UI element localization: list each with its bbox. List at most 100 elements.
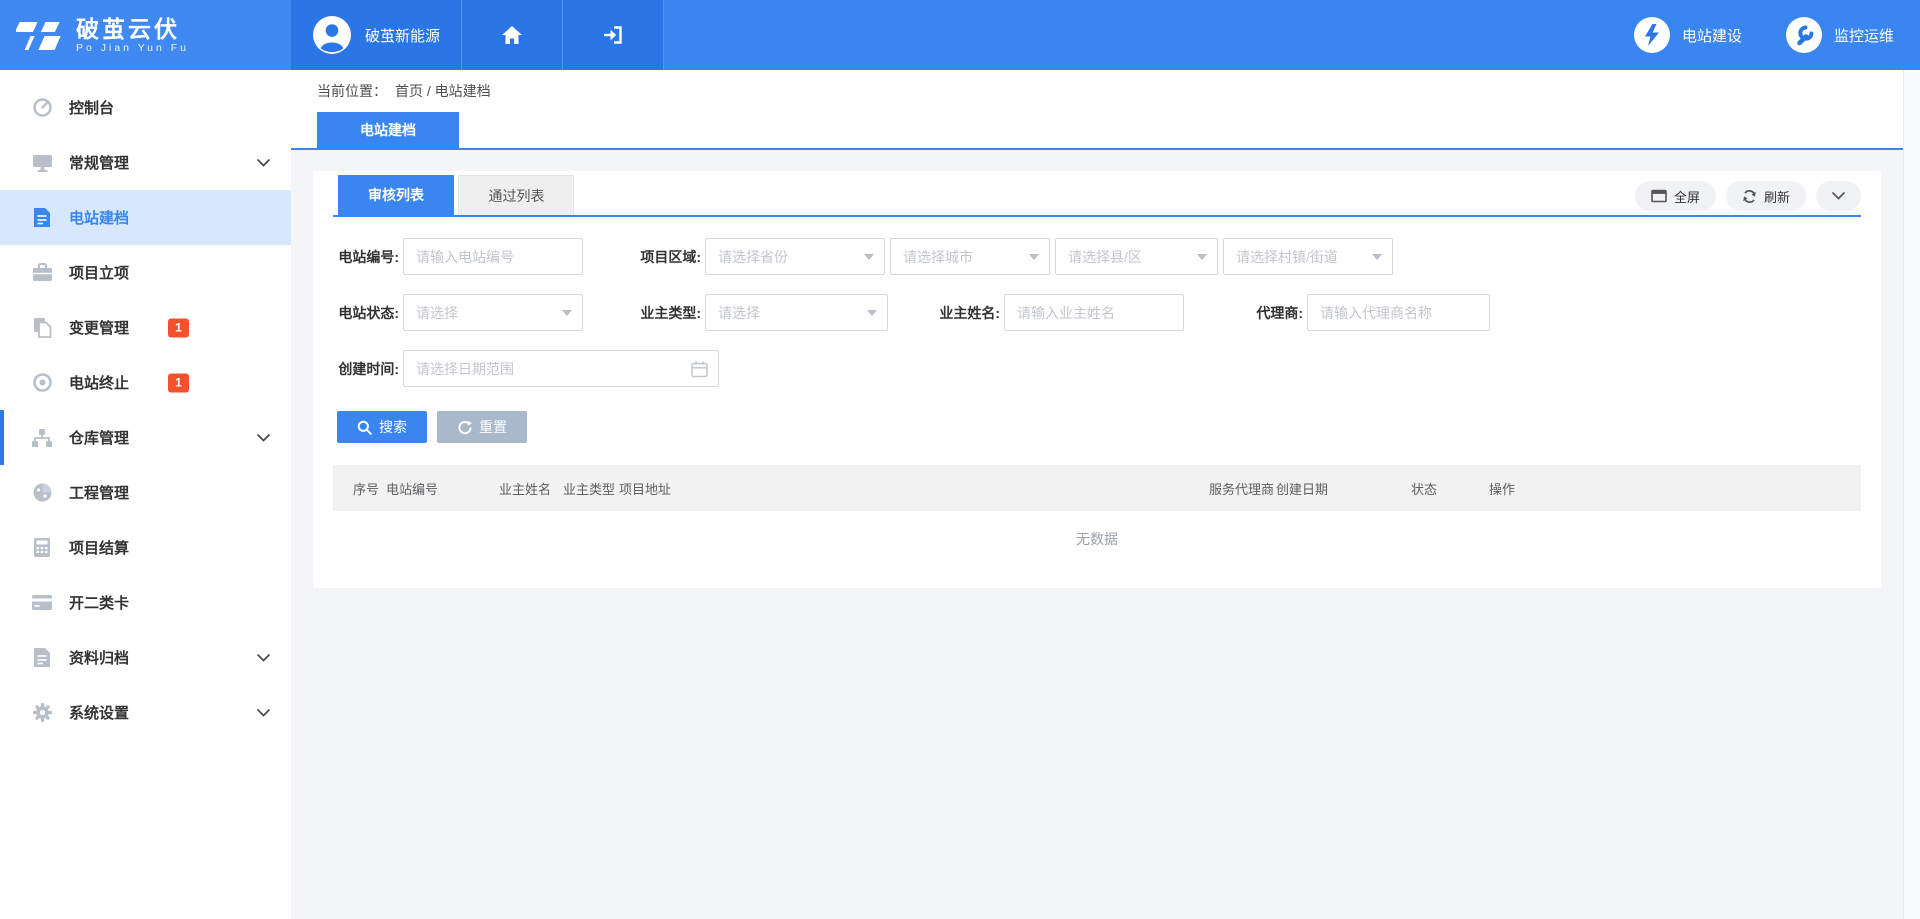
town-select[interactable]: 请选择村镇/街道 (1223, 238, 1393, 275)
company-name: 破茧新能源 (365, 25, 440, 46)
page-tab-bar: 电站建档 (291, 112, 1903, 150)
empty-state: 无数据 (333, 511, 1861, 567)
filter-form: 电站编号: 项目区域: 请选择省份 请选择城市 请选择县/区 (333, 217, 1861, 387)
wrench-icon (1786, 17, 1822, 53)
briefcase-icon (30, 263, 54, 282)
reset-icon (457, 420, 472, 435)
select-caret-icon (864, 254, 874, 265)
owner-type-label: 业主类型: (635, 303, 701, 323)
record-icon (30, 372, 54, 393)
panel-tab-bar: 审核列表 通过列表 全屏 (333, 175, 1861, 217)
logo-title: 破茧云伏 (76, 16, 189, 42)
refresh-icon (1742, 189, 1757, 204)
calculator-icon (30, 537, 54, 558)
owner-name-input[interactable] (1004, 294, 1184, 331)
sidebar-item-project-approval[interactable]: 项目立项 (0, 245, 291, 300)
content-area: 审核列表 通过列表 全屏 (291, 150, 1903, 919)
select-caret-icon (1029, 254, 1039, 265)
column-header: 服务代理商 (1209, 479, 1276, 498)
column-header: 业主姓名 (499, 479, 563, 498)
city-select[interactable]: 请选择城市 (890, 238, 1050, 275)
station-archive-panel: 审核列表 通过列表 全屏 (313, 171, 1881, 588)
select-caret-icon (1197, 254, 1207, 265)
chevron-down-icon (1832, 192, 1845, 200)
module-label: 监控运维 (1834, 25, 1894, 46)
dashboard-icon (30, 97, 54, 118)
top-header: 破茧云伏 Po Jian Yun Fu 破茧新能源 (0, 0, 1920, 70)
reset-button[interactable]: 重置 (437, 411, 527, 443)
home-button[interactable] (462, 0, 563, 70)
breadcrumb-prefix: 当前位置： (317, 81, 387, 101)
select-caret-icon (562, 310, 572, 321)
logo-mark-icon (16, 16, 64, 54)
tab-passed-list[interactable]: 通过列表 (458, 175, 574, 215)
sidebar-item-data-archive[interactable]: 资料归档 (0, 630, 291, 685)
column-header: 业主类型 (563, 479, 619, 498)
tab-review-list[interactable]: 审核列表 (338, 175, 454, 215)
station-no-label: 电站编号: (333, 247, 399, 267)
search-icon (357, 420, 372, 435)
column-header: 电站编号 (386, 479, 499, 498)
logout-icon (602, 24, 624, 46)
module-monitor-ops[interactable]: 监控运维 (1786, 17, 1894, 53)
vertical-scrollbar[interactable] (1903, 70, 1920, 919)
archive-file-icon (30, 647, 54, 668)
page-tab-station-archive[interactable]: 电站建档 (317, 112, 459, 148)
gauge-icon (30, 482, 54, 503)
province-select[interactable]: 请选择省份 (705, 238, 885, 275)
home-icon (501, 25, 523, 45)
search-button[interactable]: 搜索 (337, 411, 427, 443)
sidebar-item-station-terminate[interactable]: 电站终止 1 (0, 355, 291, 410)
module-label: 电站建设 (1682, 25, 1742, 46)
sitemap-icon (30, 428, 54, 448)
notification-badge: 1 (168, 318, 189, 337)
sidebar-item-warehouse-mgmt[interactable]: 仓库管理 (0, 410, 291, 465)
logout-button[interactable] (563, 0, 664, 70)
column-header: 序号 (353, 479, 386, 498)
calendar-icon (691, 360, 708, 377)
sidebar-item-engineering-mgmt[interactable]: 工程管理 (0, 465, 291, 520)
collapse-button[interactable] (1816, 181, 1861, 211)
county-select[interactable]: 请选择县/区 (1055, 238, 1218, 275)
gear-icon (30, 702, 54, 723)
sidebar-item-general-mgmt[interactable]: 常规管理 (0, 135, 291, 190)
sidebar: 控制台 常规管理 电站建档 (0, 70, 291, 919)
breadcrumb-path[interactable]: 首页 / 电站建档 (395, 81, 491, 101)
chevron-down-icon (257, 654, 270, 662)
table-header-row: 序号 电站编号 业主姓名 业主类型 项目地址 服务代理商 创建日期 状态 操作 (333, 465, 1861, 511)
fullscreen-button[interactable]: 全屏 (1635, 181, 1716, 211)
avatar-icon (312, 15, 352, 55)
sidebar-item-station-archive[interactable]: 电站建档 (0, 190, 291, 245)
agent-input[interactable] (1307, 294, 1490, 331)
sidebar-item-open-class2-card[interactable]: 开二类卡 (0, 575, 291, 630)
station-status-label: 电站状态: (333, 303, 399, 323)
refresh-button[interactable]: 刷新 (1726, 181, 1806, 211)
column-header: 项目地址 (619, 479, 1209, 498)
lightning-icon (1634, 17, 1670, 53)
station-status-select[interactable]: 请选择 (403, 294, 583, 331)
user-account-button[interactable]: 破茧新能源 (291, 0, 462, 70)
chevron-down-icon (257, 159, 270, 167)
region-label: 项目区域: (635, 247, 701, 267)
copy-icon (30, 317, 54, 338)
brand-logo: 破茧云伏 Po Jian Yun Fu (0, 0, 291, 70)
owner-name-label: 业主姓名: (934, 303, 1000, 323)
sidebar-item-change-mgmt[interactable]: 变更管理 1 (0, 300, 291, 355)
sidebar-item-console[interactable]: 控制台 (0, 80, 291, 135)
date-range-input[interactable] (403, 350, 719, 387)
station-no-input[interactable] (403, 238, 583, 275)
column-header: 创建日期 (1276, 479, 1411, 498)
module-station-build[interactable]: 电站建设 (1634, 17, 1742, 53)
owner-type-select[interactable]: 请选择 (705, 294, 888, 331)
main-area: 当前位置： 首页 / 电站建档 电站建档 审核列表 通过列表 (291, 70, 1903, 919)
monitor-icon (30, 153, 54, 173)
fullscreen-icon (1651, 189, 1667, 203)
column-header: 状态 (1411, 479, 1489, 498)
card-icon (30, 594, 54, 611)
logo-subtitle: Po Jian Yun Fu (76, 42, 189, 54)
chevron-down-icon (257, 709, 270, 717)
sidebar-item-system-settings[interactable]: 系统设置 (0, 685, 291, 740)
breadcrumb: 当前位置： 首页 / 电站建档 (291, 70, 1903, 112)
sidebar-item-project-settlement[interactable]: 项目结算 (0, 520, 291, 575)
created-time-label: 创建时间: (333, 359, 399, 379)
